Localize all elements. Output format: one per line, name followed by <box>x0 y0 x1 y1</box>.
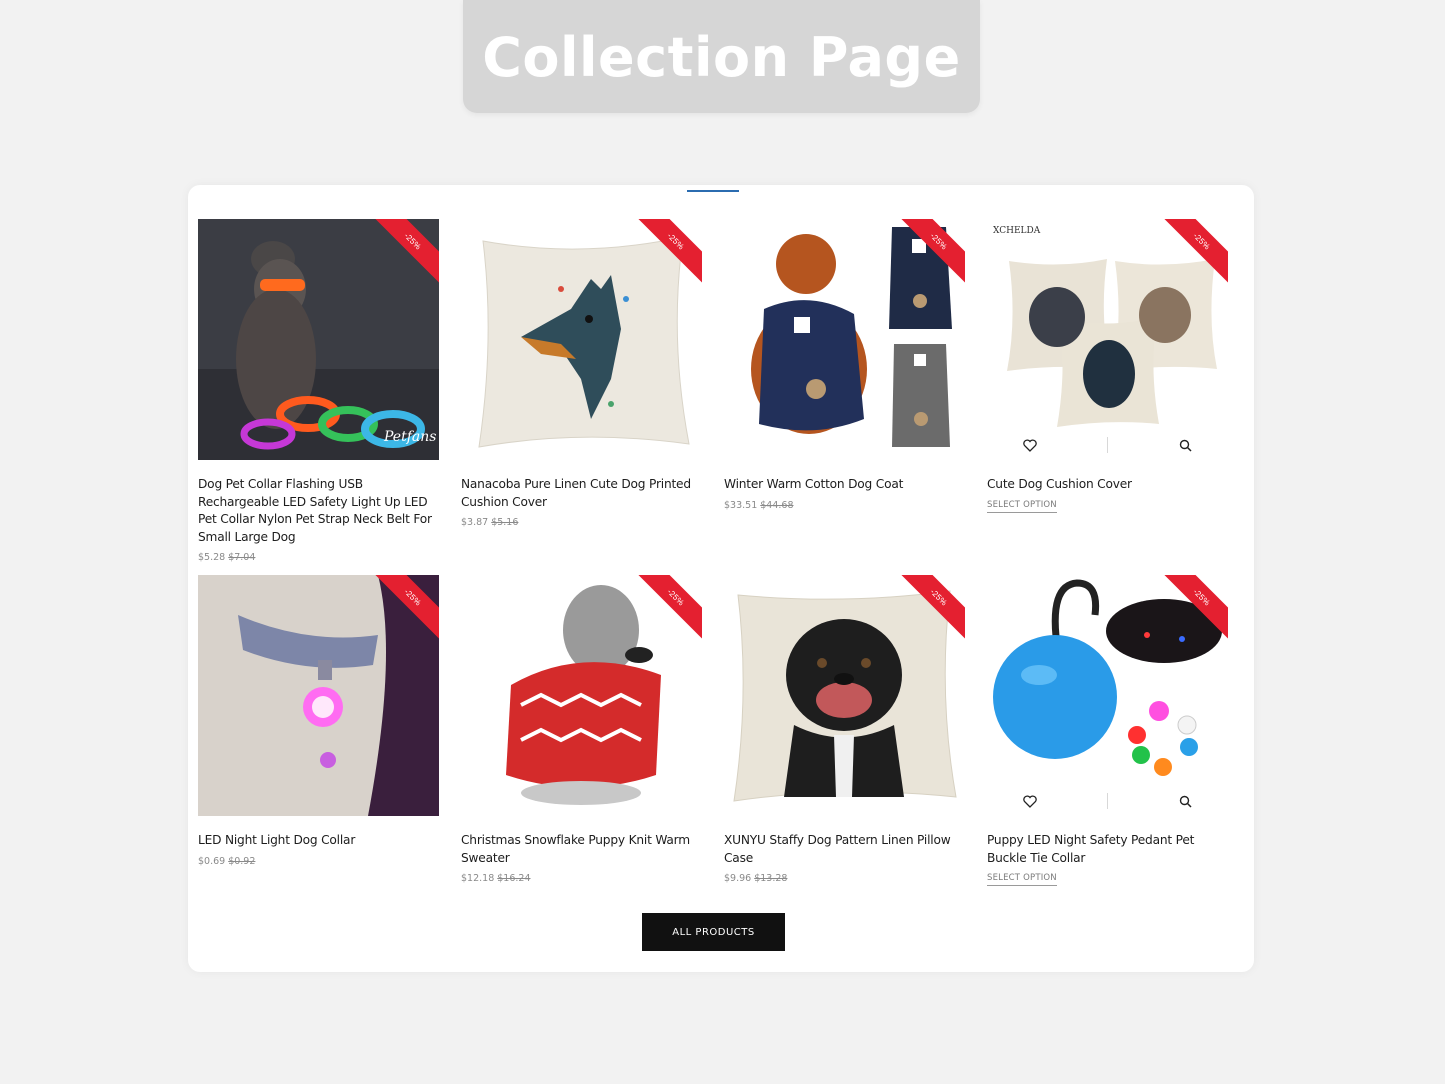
product-price: $5.28 $7.04 <box>198 552 256 564</box>
product-title[interactable]: XUNYU Staffy Dog Pattern Linen Pillow Ca… <box>724 832 965 867</box>
product-title[interactable]: Nanacoba Pure Linen Cute Dog Printed Cus… <box>461 476 702 511</box>
product-image[interactable]: Petfans -25% <box>198 219 439 460</box>
product-image[interactable]: -25% <box>461 219 702 460</box>
product-title[interactable]: Winter Warm Cotton Dog Coat <box>724 476 965 494</box>
wishlist-heart-icon[interactable] <box>1021 792 1039 810</box>
tab-indicator <box>687 190 739 192</box>
quick-actions <box>987 790 1228 812</box>
select-option-link[interactable]: SELECT OPTION <box>987 873 1057 887</box>
banner-title: Collection Page <box>482 26 961 89</box>
all-products-button[interactable]: ALL PRODUCTS <box>642 913 785 951</box>
product-image[interactable]: -25% <box>987 575 1228 816</box>
action-divider <box>1107 793 1108 809</box>
product-card[interactable]: -25% Christmas Snowflake Puppy Knit Warm… <box>461 575 702 884</box>
product-price: $3.87 $5.16 <box>461 517 519 529</box>
product-price: $33.51 $44.68 <box>724 499 794 511</box>
product-card[interactable]: Petfans -25% Dog Pet Collar Flashing USB… <box>198 219 439 563</box>
wishlist-heart-icon[interactable] <box>1021 436 1039 454</box>
product-price: $9.96 $13.28 <box>724 873 788 885</box>
product-title[interactable]: LED Night Light Dog Collar <box>198 832 439 850</box>
product-card[interactable]: -25% Puppy LED Night Safety Pedant Pet B… <box>987 575 1228 887</box>
product-image[interactable]: -25% <box>724 575 965 816</box>
quick-actions <box>987 434 1228 456</box>
select-option-link[interactable]: SELECT OPTION <box>987 500 1057 513</box>
quick-view-search-icon[interactable] <box>1176 792 1194 810</box>
image-brand-text: XCHELDA <box>993 226 1041 236</box>
product-title[interactable]: Christmas Snowflake Puppy Knit Warm Swea… <box>461 832 702 867</box>
product-image[interactable]: -25% <box>724 219 965 460</box>
product-card[interactable]: -25% Nanacoba Pure Linen Cute Dog Printe… <box>461 219 702 528</box>
product-title[interactable]: Cute Dog Cushion Cover <box>987 476 1228 494</box>
product-title[interactable]: Dog Pet Collar Flashing USB Rechargeable… <box>198 476 439 546</box>
image-watermark: Petfans <box>383 429 436 445</box>
product-image[interactable]: XCHELDA -25% <box>987 219 1228 460</box>
action-divider <box>1107 437 1108 453</box>
product-collection-card: Petfans -25% Dog Pet Collar Flashing USB… <box>188 185 1254 972</box>
product-image[interactable]: -25% <box>461 575 702 816</box>
quick-view-search-icon[interactable] <box>1176 436 1194 454</box>
product-card[interactable]: XCHELDA -25% Cute Dog Cushion Cover SELE… <box>987 219 1228 513</box>
product-card[interactable]: -25% XUNYU Staffy Dog Pattern Linen Pill… <box>724 575 965 884</box>
page-banner: Collection Page <box>463 0 980 113</box>
product-card[interactable]: -25% LED Night Light Dog Collar $0.69 $0.… <box>198 575 439 867</box>
product-card[interactable]: -25% Winter Warm Cotton Dog Coat $33.51 $… <box>724 219 965 511</box>
product-title[interactable]: Puppy LED Night Safety Pedant Pet Buckle… <box>987 832 1228 867</box>
product-price: $0.69 $0.92 <box>198 855 256 867</box>
product-image[interactable]: -25% <box>198 575 439 816</box>
product-price: $12.18 $16.24 <box>461 873 531 885</box>
